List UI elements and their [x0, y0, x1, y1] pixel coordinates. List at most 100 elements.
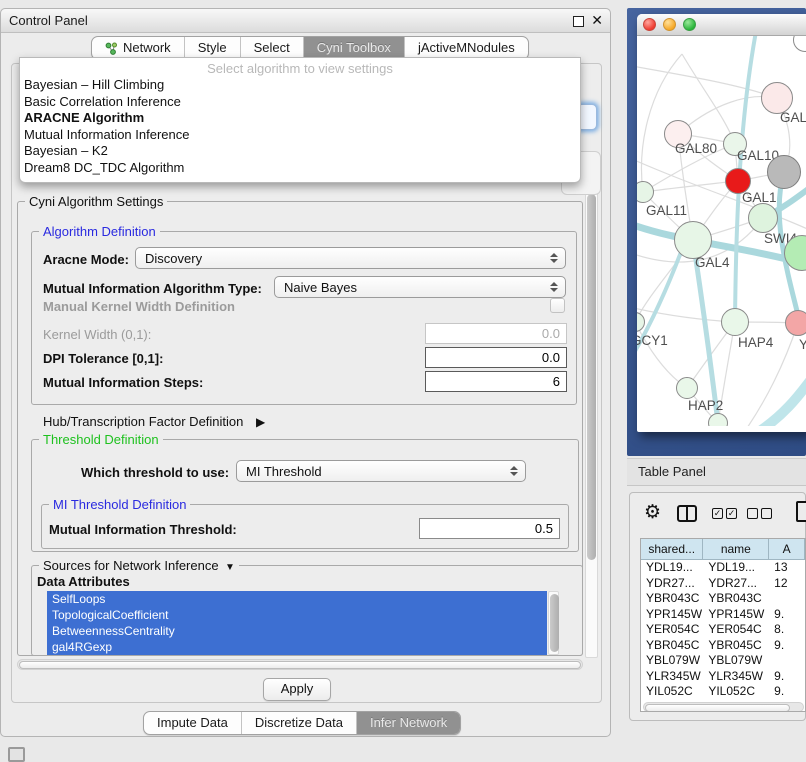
collapse-arrow-icon[interactable]: ▼	[222, 562, 235, 573]
table-row[interactable]: YIL052CYIL052C9.	[641, 684, 805, 700]
table-cell[interactable]: YDR27...	[703, 576, 769, 592]
sources-group-title[interactable]: Sources for Network Inference ▼	[39, 558, 239, 575]
settings-vertical-scrollbar[interactable]	[585, 191, 598, 658]
dpi-tolerance-input[interactable]	[425, 347, 567, 368]
popup-item-aracne-algorithm[interactable]: ARACNE Algorithm	[20, 110, 580, 127]
table-cell[interactable]: YLR345W	[703, 669, 769, 685]
deselect-all-checkboxes-icon[interactable]	[747, 508, 772, 519]
settings-gear-icon[interactable]: ⚙	[644, 503, 661, 522]
page-icon[interactable]	[796, 501, 806, 522]
network-canvas[interactable]: GALGAL80GAL10GAL1GAL11SWI4GAL4GCY1HAP4YH…	[637, 36, 806, 426]
hub-section-toggle[interactable]: Hub/Transcription Factor Definition ▶	[43, 414, 265, 429]
table-cell[interactable]: YBR045C	[641, 638, 703, 654]
network-window-titlebar[interactable]	[637, 14, 806, 36]
table-row[interactable]: YPR145WYPR145W9.	[641, 607, 805, 623]
table-cell[interactable]: 12	[769, 576, 805, 592]
list-vertical-scrollbar[interactable]	[548, 591, 559, 655]
popup-item-dream8-dc-tdc-algorithm[interactable]: Dream8 DC_TDC Algorithm	[20, 160, 580, 177]
attribute-item-topologicalcoefficient[interactable]: TopologicalCoefficient	[47, 607, 547, 623]
data-attributes-list[interactable]: SelfLoopsTopologicalCoefficientBetweenne…	[47, 591, 547, 655]
attribute-item-gal4rgexp[interactable]: gal4RGexp	[47, 639, 547, 655]
table-row[interactable]: YBL079WYBL079W	[641, 653, 805, 669]
apply-button[interactable]: Apply	[263, 678, 331, 701]
table-row[interactable]: YDL19...YDL19...13	[641, 560, 805, 576]
popup-item-mutual-information-inference[interactable]: Mutual Information Inference	[20, 127, 580, 144]
table-cell[interactable]: YDL19...	[641, 560, 703, 576]
table-cell[interactable]: 13	[769, 560, 805, 576]
table-cell[interactable]: YDL19...	[703, 560, 769, 576]
table-row[interactable]: YDR27...YDR27...12	[641, 576, 805, 592]
scrollbar-thumb[interactable]	[587, 194, 596, 560]
table-row[interactable]: YER054CYER054C8.	[641, 622, 805, 638]
table-row[interactable]: YLR345WYLR345W9.	[641, 669, 805, 685]
table-cell[interactable]: YDR27...	[641, 576, 703, 592]
scrollbar-thumb[interactable]	[645, 704, 790, 712]
table-cell[interactable]: YER054C	[703, 622, 769, 638]
bottom-tab-infer-network[interactable]: Infer Network	[356, 712, 460, 734]
table-cell[interactable]: YIL052C	[641, 684, 703, 700]
close-icon[interactable]: ✕	[591, 12, 603, 29]
tab-cyni-toolbox[interactable]: Cyni Toolbox	[303, 37, 404, 59]
table-cell[interactable]: 9.	[769, 684, 805, 700]
network-node-y[interactable]	[785, 310, 806, 336]
table-cell[interactable]: 9.	[769, 669, 805, 685]
mi-threshold-input[interactable]	[419, 518, 560, 539]
tab-select[interactable]: Select	[240, 37, 303, 59]
table-cell[interactable]: YBR043C	[703, 591, 769, 607]
table-cell[interactable]: YLR345W	[641, 669, 703, 685]
popup-item-basic-correlation-inference[interactable]: Basic Correlation Inference	[20, 94, 580, 111]
which-threshold-label: Which threshold to use:	[81, 465, 229, 480]
mi-threshold-label: Mutual Information Threshold:	[49, 522, 237, 537]
tab-jactivemnodules[interactable]: jActiveMNodules	[404, 37, 528, 59]
table-cell[interactable]: YPR145W	[641, 607, 703, 623]
network-node[interactable]	[708, 413, 728, 426]
table-cell[interactable]: 9.	[769, 607, 805, 623]
table-cell[interactable]	[769, 591, 805, 607]
float-icon[interactable]	[573, 16, 584, 27]
table-cell[interactable]: YPR145W	[703, 607, 769, 623]
which-threshold-select[interactable]: MI Threshold	[236, 460, 526, 482]
aracne-mode-select[interactable]: Discovery	[135, 247, 566, 269]
popup-item-bayesian-hill-climbing[interactable]: Bayesian – Hill Climbing	[20, 77, 580, 94]
collapsed-panel-icon[interactable]	[8, 747, 25, 762]
bottom-tab-discretize-data[interactable]: Discretize Data	[241, 712, 356, 734]
table-cell[interactable]: YIL052C	[703, 684, 769, 700]
zoom-button-icon[interactable]	[683, 18, 696, 31]
minimize-button-icon[interactable]	[663, 18, 676, 31]
attribute-item-betweennesscentrality[interactable]: BetweennessCentrality	[47, 623, 547, 639]
network-node-gal4[interactable]	[674, 221, 712, 259]
table-cell[interactable]: 9.	[769, 638, 805, 654]
popup-item-bayesian-k2[interactable]: Bayesian – K2	[20, 143, 580, 160]
column-header-a[interactable]: A	[769, 539, 805, 559]
column-header-name[interactable]: name	[703, 539, 769, 559]
table-row[interactable]: YBR045CYBR045C9.	[641, 638, 805, 654]
table-cell[interactable]: YBL079W	[641, 653, 703, 669]
network-node-hap2[interactable]	[676, 377, 698, 399]
network-node-hap4[interactable]	[721, 308, 749, 336]
table-cell[interactable]	[769, 653, 805, 669]
scrollbar-thumb[interactable]	[19, 661, 581, 669]
table-cell[interactable]: YBR045C	[703, 638, 769, 654]
expand-arrow-icon[interactable]: ▶	[256, 415, 265, 429]
tab-network[interactable]: Network	[92, 37, 184, 59]
bottom-tab-impute-data[interactable]: Impute Data	[144, 712, 241, 734]
scrollbar-thumb[interactable]	[550, 594, 559, 652]
table-cell[interactable]: 8.	[769, 622, 805, 638]
table-cell[interactable]: YER054C	[641, 622, 703, 638]
mi-type-select[interactable]: Naive Bayes	[274, 276, 566, 298]
table-cell[interactable]: YBR043C	[641, 591, 703, 607]
columns-icon[interactable]	[677, 505, 697, 522]
attribute-item-selfloops[interactable]: SelfLoops	[47, 591, 547, 607]
network-node-swi4[interactable]	[748, 203, 778, 233]
mi-steps-input[interactable]	[425, 371, 567, 392]
tab-style[interactable]: Style	[184, 37, 240, 59]
control-panel-titlebar[interactable]: Control Panel ✕	[1, 9, 610, 33]
close-button-icon[interactable]	[643, 18, 656, 31]
settings-horizontal-scrollbar[interactable]	[17, 659, 583, 670]
select-all-checkboxes-icon[interactable]: ✓✓	[712, 508, 737, 519]
table-cell[interactable]: YBL079W	[703, 653, 769, 669]
network-node[interactable]	[767, 155, 801, 189]
column-header-shared[interactable]: shared...	[641, 539, 703, 559]
table-row[interactable]: YBR043CYBR043C	[641, 591, 805, 607]
table-horizontal-scrollbar[interactable]	[643, 702, 804, 712]
